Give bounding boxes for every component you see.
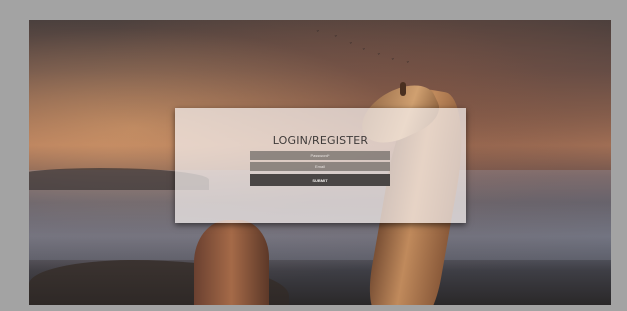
bird-icon: ˇ (349, 42, 353, 50)
bird-icon: ˇ (316, 30, 320, 38)
submit-button[interactable]: SUBMIT (250, 174, 390, 186)
modal-title: LOGIN/REGISTER (272, 134, 369, 147)
bird-icon: ˇ (377, 53, 381, 61)
login-register-modal: LOGIN/REGISTER SUBMIT (175, 108, 466, 223)
background-giraffe-horn (400, 82, 406, 96)
password-field[interactable] (250, 151, 390, 160)
bird-icon: ˇ (334, 35, 338, 43)
screenshot-frame: ˇ ˇ ˇ ˇ ˇ ˇ ˇ LOGIN/REGISTER SUBMIT (0, 0, 627, 311)
bird-icon: ˇ (391, 58, 395, 66)
bird-icon: ˇ (362, 48, 366, 56)
email-field[interactable] (250, 162, 390, 171)
background-rock (194, 220, 269, 305)
bird-icon: ˇ (406, 61, 410, 69)
